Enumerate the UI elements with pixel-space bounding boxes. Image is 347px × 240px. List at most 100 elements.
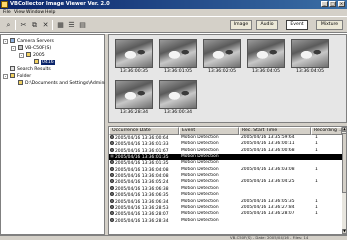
event-cell: Motion Detection xyxy=(181,192,219,198)
event-list[interactable]: Occurrence Date Event Rec. Start Time Re… xyxy=(108,126,347,235)
tree-item-search-results[interactable]: Search Results xyxy=(3,66,51,72)
event-icon xyxy=(110,211,114,216)
event-cell: Motion Detection xyxy=(181,160,219,166)
copy-icon[interactable]: ⧉ xyxy=(29,20,40,30)
event-icon xyxy=(110,179,114,184)
menu-view[interactable]: View xyxy=(14,10,25,15)
thumbnail-caption: 13:36:04:05 xyxy=(251,69,281,74)
event-icon xyxy=(110,192,114,197)
thumbnail[interactable]: 13:36:00:34 xyxy=(159,80,197,117)
event-icon xyxy=(110,147,114,152)
recording-cell: 1 xyxy=(315,211,318,217)
thumbnail[interactable]: 13:36:28:34 xyxy=(115,80,153,117)
event-cell: Motion Detection xyxy=(181,198,219,204)
menu-bar: File View Window Help xyxy=(0,9,347,16)
search-results-icon xyxy=(10,66,15,71)
thumbnail-image xyxy=(159,80,197,109)
thumbnail[interactable]: 13:36:01:05 xyxy=(159,39,197,76)
thumbnail[interactable]: 13:36:04:05 xyxy=(291,39,329,76)
occurrence-date-text: 2005/04/16 13:36:28:53 xyxy=(115,205,169,211)
tree-item-documents-path[interactable]: D:\Documents and Settings\Administr... xyxy=(18,80,116,86)
event-icon xyxy=(110,217,114,222)
occurrence-date-text: 2005/04/16 13:36:01:67 xyxy=(115,148,169,154)
title-bar: VBCollector Image Viewer Ver. 2.0 _ □ × xyxy=(0,0,347,9)
occurrence-date-text: 2005/04/16 13:36:28:34 xyxy=(115,218,169,224)
window-title: VBCollector Image Viewer Ver. 2.0 xyxy=(10,1,110,7)
event-cell: Motion Detection xyxy=(181,154,219,160)
tree-item-camera-servers[interactable]: - Camera Servers xyxy=(3,38,54,44)
vertical-scrollbar[interactable]: ▲ ▼ xyxy=(342,127,346,234)
close-button[interactable]: × xyxy=(338,1,345,7)
collapse-icon[interactable]: - xyxy=(19,53,24,58)
minimize-button[interactable]: _ xyxy=(321,1,328,7)
mode-event-button[interactable]: Event xyxy=(286,20,308,30)
rec-start-time-cell: 2005/04/16 13:36:27:84 xyxy=(241,204,295,210)
rec-start-time-cell: 2005/04/16 13:35:59:64 xyxy=(241,135,295,140)
rec-start-time-cell: 2005/04/16 13:36:03:08 xyxy=(241,166,295,172)
event-cell: Motion Detection xyxy=(181,179,219,185)
scroll-thumb[interactable] xyxy=(342,133,346,193)
recording-cell: 1 xyxy=(315,135,318,140)
thumbnail[interactable]: 13:36:00:35 xyxy=(115,39,153,76)
thumbnail-image xyxy=(203,39,241,68)
collapse-icon[interactable]: - xyxy=(11,46,16,51)
folder-open-icon xyxy=(34,59,39,64)
event-cell: Motion Detection xyxy=(181,217,219,223)
tree-item-2005[interactable]: -2005 xyxy=(19,52,45,58)
collapse-icon[interactable]: - xyxy=(3,39,8,44)
occurrence-date-text: 2005/04/16 13:36:04:08 xyxy=(115,167,169,173)
mode-audio-button[interactable]: Audio xyxy=(256,20,278,30)
scroll-up-icon[interactable]: ▲ xyxy=(342,127,346,132)
toolbar: ⌕ ✂ ⧉ ✕ ▦ ☰ ▤ Image Audio Event Mixture xyxy=(0,16,347,33)
grid-view-icon[interactable]: ▦ xyxy=(55,20,66,30)
folder-icon xyxy=(18,80,23,85)
occurrence-date-text: 2005/04/16 13:36:01:33 xyxy=(115,142,169,148)
search-tool-icon[interactable]: ⌕ xyxy=(3,20,14,30)
delete-icon[interactable]: ✕ xyxy=(40,20,51,30)
status-bar: VB-C50F(S) - Date: 2005/04/16 - Files: 1… xyxy=(0,235,347,240)
column-event[interactable]: Event xyxy=(179,127,239,135)
folder-tree[interactable]: - Camera Servers - VB-C50F(S) -2005 0416 S… xyxy=(0,34,116,235)
tree-item-vb-c50f[interactable]: - VB-C50F(S) xyxy=(11,45,51,51)
menu-window[interactable]: Window xyxy=(26,10,44,15)
column-recording[interactable]: Recording ... xyxy=(311,127,342,135)
table-row[interactable]: 2005/04/16 13:36:28:34 Motion Detection xyxy=(109,217,342,224)
list-view-icon[interactable]: ☰ xyxy=(66,20,77,30)
recording-cell: 1 xyxy=(315,147,318,153)
occurrence-date-text: 2005/04/16 13:36:04:08 xyxy=(115,174,169,180)
folder-icon xyxy=(26,52,31,57)
column-rec-start-time[interactable]: Rec. Start Time xyxy=(239,127,311,135)
event-cell: Motion Detection xyxy=(181,211,219,217)
rec-start-time-cell: 2005/04/16 13:36:04:25 xyxy=(241,179,295,185)
event-icon xyxy=(110,135,114,139)
thumbnail-image xyxy=(247,39,285,68)
occurrence-date-text: 2005/04/16 13:36:06:35 xyxy=(115,193,169,199)
menu-file[interactable]: File xyxy=(3,10,11,15)
thumbnail[interactable]: 13:36:02:05 xyxy=(203,39,241,76)
mode-image-button[interactable]: Image xyxy=(230,20,252,30)
column-occurrence-date[interactable]: Occurrence Date xyxy=(109,127,179,135)
scroll-down-icon[interactable]: ▼ xyxy=(342,229,346,234)
occurrence-date-text: 2005/04/16 13:36:28:07 xyxy=(115,212,169,218)
recording-cell: 1 xyxy=(315,179,318,185)
event-icon xyxy=(110,160,114,165)
tree-item-folder[interactable]: - Folder xyxy=(3,73,31,79)
mode-mixture-button[interactable]: Mixture xyxy=(316,20,343,30)
occurrence-date-text: 2005/04/16 13:36:01:35 xyxy=(115,155,169,161)
thumbnail-image xyxy=(291,39,329,68)
event-icon xyxy=(110,141,114,146)
details-view-icon[interactable]: ▤ xyxy=(77,20,88,30)
toolbar-separator xyxy=(15,20,16,30)
collapse-icon[interactable]: - xyxy=(3,74,8,79)
thumbnail-caption: 13:36:04:05 xyxy=(295,69,325,74)
cut-icon[interactable]: ✂ xyxy=(18,20,29,30)
tree-item-0416[interactable]: 0416 xyxy=(34,59,55,65)
menu-help[interactable]: Help xyxy=(45,10,55,15)
status-text: VB-C50F(S) - Date: 2005/04/16 - Files: 1… xyxy=(230,235,309,240)
thumbnail[interactable]: 13:36:04:05 xyxy=(247,39,285,76)
occurrence-date-text: 2005/04/16 13:36:05:24 xyxy=(115,180,169,186)
occurrence-date-text: 2005/04/16 13:36:01:35 xyxy=(115,161,169,167)
thumbnail-caption: 13:36:28:34 xyxy=(119,110,149,115)
event-cell: Motion Detection xyxy=(181,204,219,210)
maximize-button[interactable]: □ xyxy=(329,1,336,7)
